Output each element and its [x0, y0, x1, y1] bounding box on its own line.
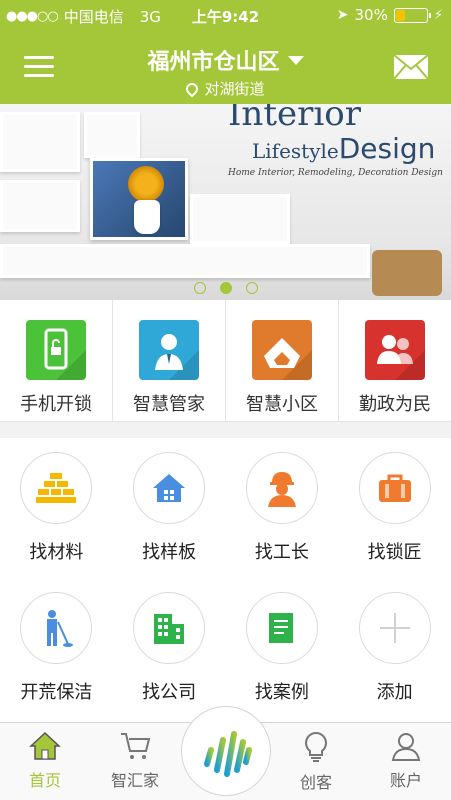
tab-label: 账户	[389, 771, 422, 790]
service-label: 添加	[376, 682, 413, 703]
services-grid: 找材料 找样板 找工长 找锁匠 开荒保洁 找公司 找案例 添加	[0, 438, 451, 722]
quick-action-unlock[interactable]: 手机开锁	[0, 300, 113, 421]
carousel-dot[interactable]	[193, 282, 206, 294]
carousel-dot-active[interactable]	[219, 282, 232, 294]
quick-action-label: 手机开锁	[20, 394, 92, 415]
mail-icon	[393, 54, 429, 80]
battery-percent: 30%	[354, 6, 388, 24]
worker-icon	[267, 472, 296, 507]
banner-tagline: Home Interior, Remodeling, Decoration De…	[228, 168, 443, 178]
tab-smart-home[interactable]: 智汇家	[90, 723, 180, 800]
home-icon	[29, 731, 61, 760]
service-label: 找锁匠	[367, 542, 422, 563]
banner-subtitle: LifestyleDesign	[252, 132, 436, 165]
app-header: ●●●○○ 中国电信 3G 上午9:42 ➤ 30% ⚡ 福州市仓山区 对湖街道	[0, 0, 451, 104]
battery-icon	[393, 7, 431, 23]
quick-action-label: 智慧管家	[133, 394, 205, 415]
service-label: 开荒保洁	[20, 682, 93, 703]
cart-icon	[121, 733, 151, 759]
street-label: 对湖街道	[204, 80, 265, 98]
house-icon	[153, 474, 186, 502]
service-foreman[interactable]: 找工长	[226, 438, 339, 578]
carousel-dot[interactable]	[245, 282, 258, 294]
tab-label: 智汇家	[110, 771, 159, 790]
location-selector[interactable]: 福州市仓山区 对湖街道	[0, 44, 451, 99]
banner-title: Interior	[228, 104, 361, 134]
toolbox-icon	[378, 474, 411, 502]
mail-button[interactable]	[393, 54, 429, 80]
case-doc-icon	[268, 613, 293, 643]
chevron-down-icon	[287, 55, 304, 65]
quick-action-government[interactable]: 勤政为民	[339, 300, 451, 421]
government-icon	[365, 320, 425, 380]
location-pin-icon	[183, 80, 201, 97]
status-bar: ●●●○○ 中国电信 3G 上午9:42 ➤ 30% ⚡	[0, 0, 451, 30]
promo-banner[interactable]: Interior LifestyleDesign Home Interior, …	[0, 104, 451, 300]
tab-label: 创客	[299, 773, 332, 792]
quick-action-label: 勤政为民	[359, 394, 431, 415]
center-action-button[interactable]	[181, 706, 271, 796]
user-icon	[391, 733, 421, 761]
quick-action-butler[interactable]: 智慧管家	[113, 300, 226, 421]
charging-icon: ⚡	[433, 7, 443, 23]
quick-action-community[interactable]: 智慧小区	[226, 300, 339, 421]
tab-home[interactable]: 首页	[0, 723, 90, 800]
service-company[interactable]: 找公司	[113, 578, 226, 718]
carousel-indicator[interactable]	[0, 282, 451, 294]
service-add[interactable]: 添加	[338, 578, 451, 718]
tab-account[interactable]: 账户	[361, 723, 451, 800]
tab-label: 首页	[28, 771, 61, 790]
community-icon	[252, 320, 312, 380]
tab-maker[interactable]: 创客	[271, 723, 361, 800]
building-icon	[154, 614, 185, 644]
service-label: 找工长	[254, 542, 309, 563]
service-label: 找材料	[29, 542, 84, 563]
service-locksmith[interactable]: 找锁匠	[338, 438, 451, 578]
location-arrow-icon: ➤	[336, 7, 349, 23]
service-label: 找公司	[142, 682, 197, 703]
service-label: 找样板	[142, 542, 197, 563]
service-label: 找案例	[254, 682, 309, 703]
service-templates[interactable]: 找样板	[113, 438, 226, 578]
quick-action-label: 智慧小区	[246, 394, 318, 415]
butler-icon	[139, 320, 199, 380]
service-cases[interactable]: 找案例	[226, 578, 339, 718]
brand-logo-icon	[204, 731, 252, 777]
service-materials[interactable]: 找材料	[0, 438, 113, 578]
service-cleaning[interactable]: 开荒保洁	[0, 578, 113, 718]
banner-vase-flowers	[128, 166, 164, 202]
cleaner-icon	[47, 610, 74, 647]
plus-icon	[379, 613, 410, 643]
bricks-icon	[36, 473, 77, 503]
phone-lock-icon	[26, 320, 86, 380]
lightbulb-icon	[305, 731, 327, 762]
city-label: 福州市仓山区	[147, 50, 280, 75]
quick-actions: 手机开锁 智慧管家 智慧小区 勤政为民	[0, 300, 451, 422]
